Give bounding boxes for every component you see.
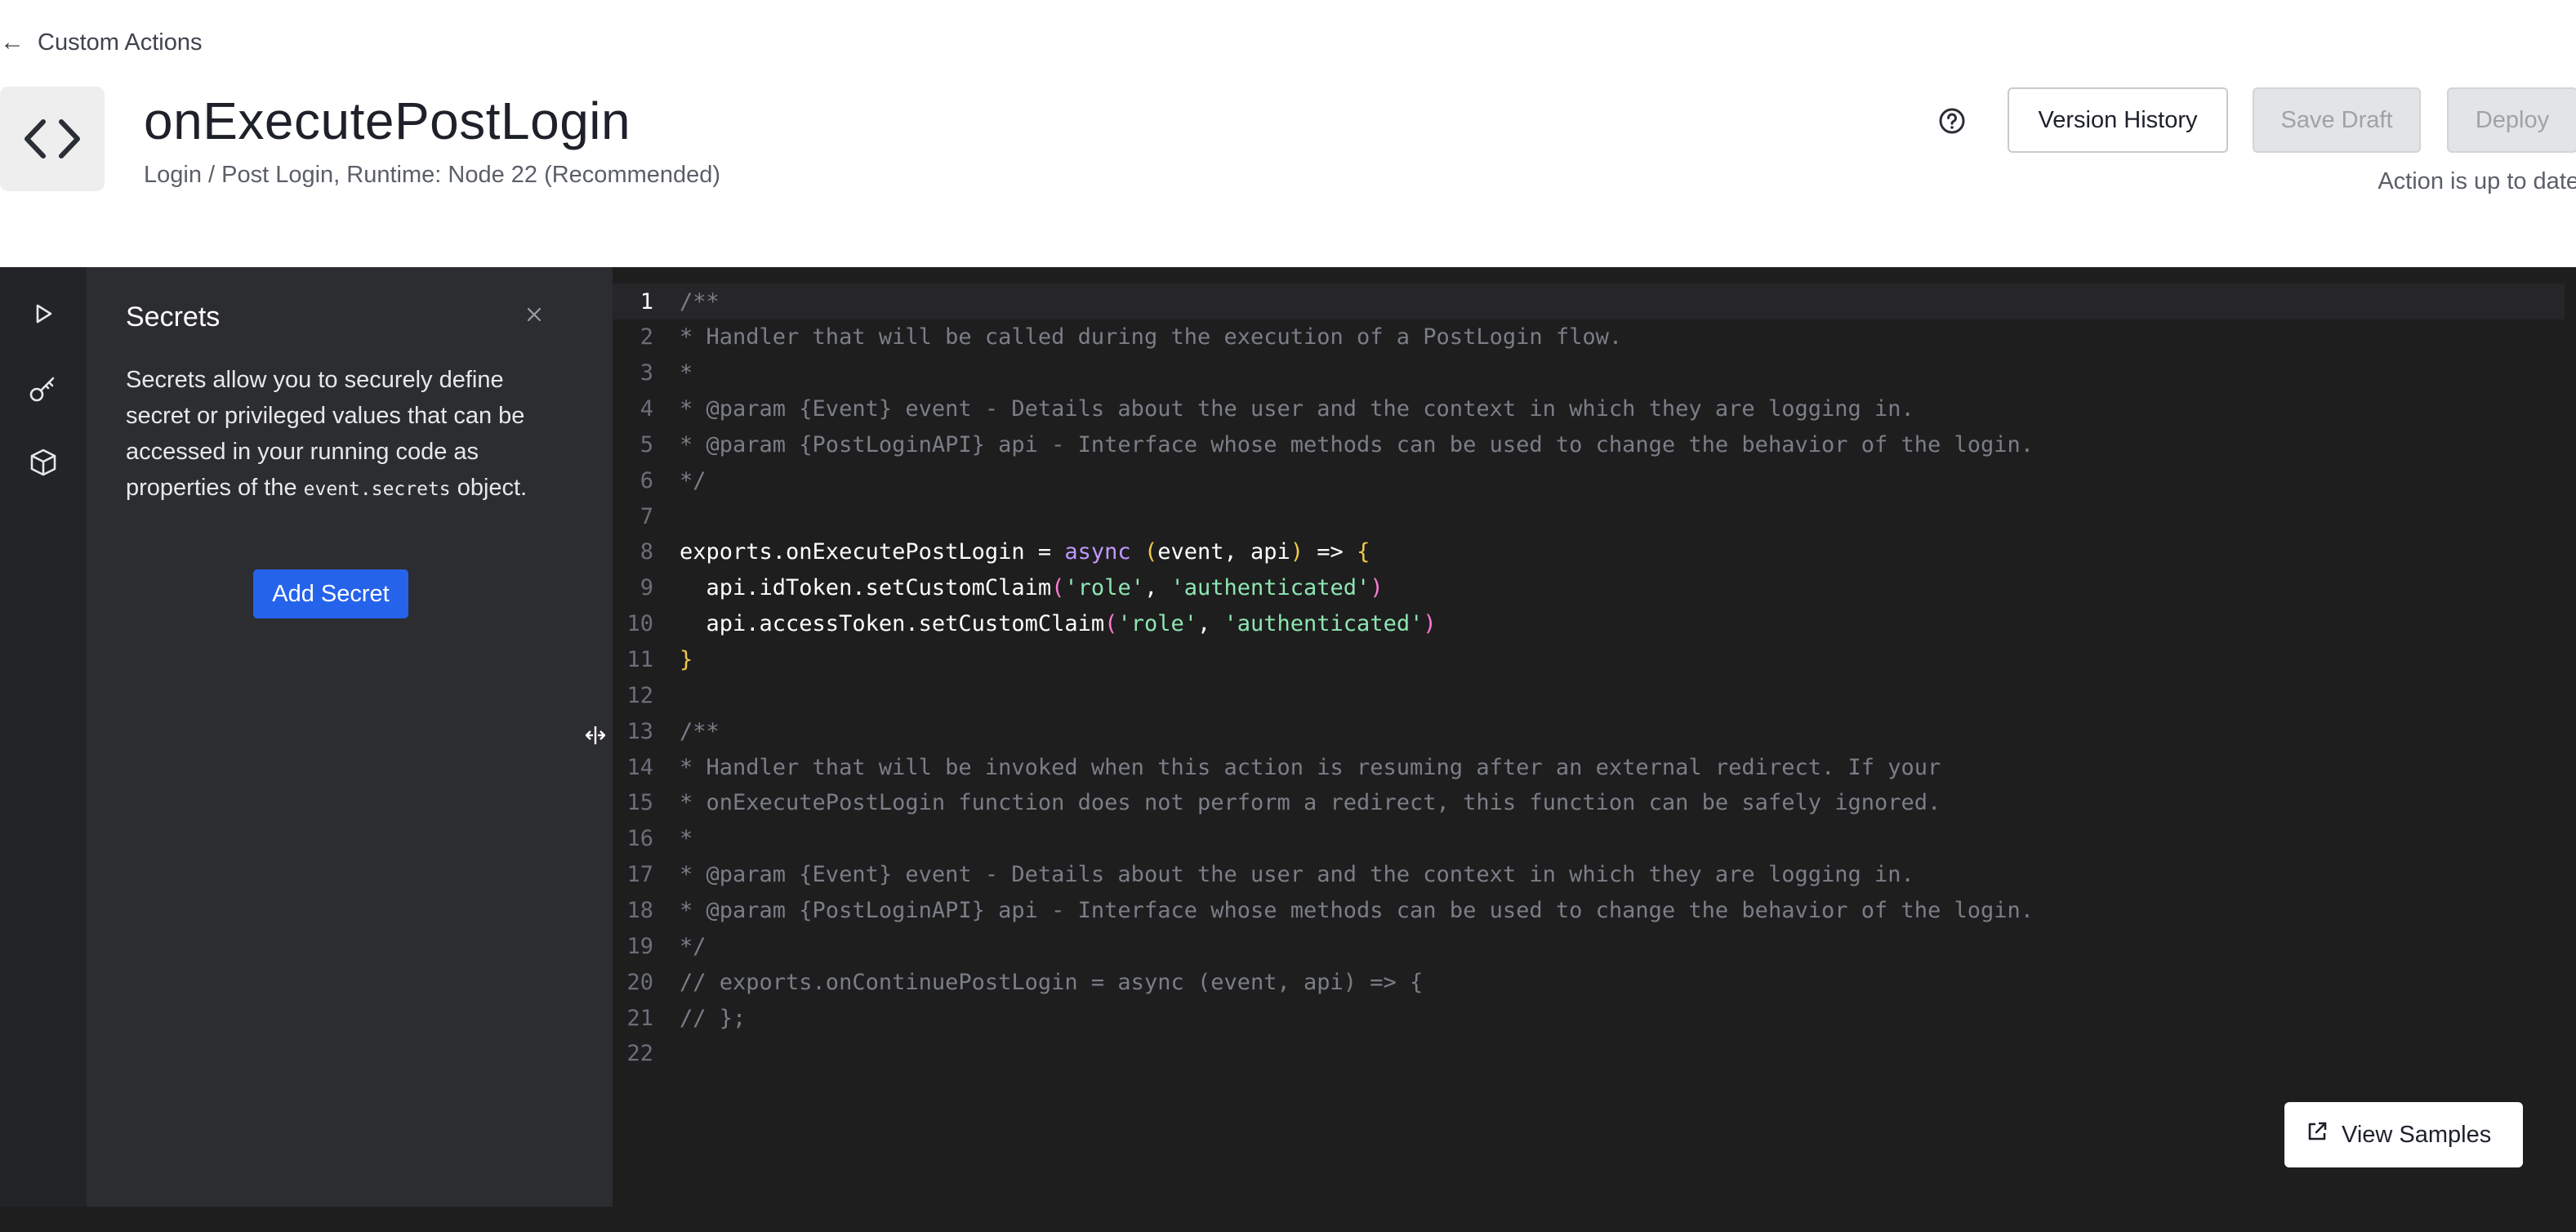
line-number: 7 <box>640 503 653 529</box>
code-text[interactable]: api.accessToken.setCustomClaim('role', '… <box>680 611 1437 636</box>
code-text[interactable]: /** <box>680 289 720 315</box>
save-draft-button[interactable]: Save Draft <box>2253 87 2421 153</box>
close-icon[interactable] <box>519 300 549 329</box>
line-number: 15 <box>626 790 653 816</box>
code-text[interactable]: /** <box>680 719 720 744</box>
code-line[interactable]: 10 api.accessToken.setCustomClaim('role'… <box>613 606 2565 642</box>
code-line[interactable]: 3 * <box>613 355 2565 391</box>
code-text[interactable]: * @param {PostLoginAPI} api - Interface … <box>680 898 2034 923</box>
secrets-panel: Secrets Secrets allow you to securely de… <box>87 267 577 1207</box>
page-title: onExecutePostLogin <box>144 92 631 150</box>
code-text[interactable]: */ <box>680 934 706 959</box>
line-number: 4 <box>640 396 653 422</box>
line-number: 14 <box>626 754 653 780</box>
code-icon <box>0 87 105 191</box>
line-number: 18 <box>626 897 653 923</box>
page-subtitle: Login / Post Login, Runtime: Node 22 (Re… <box>144 162 721 188</box>
code-line[interactable]: 5 * @param {PostLoginAPI} api - Interface… <box>613 426 2565 462</box>
code-text[interactable]: * @param {Event} event - Details about t… <box>680 862 1914 887</box>
line-number: 20 <box>626 969 653 995</box>
code-line[interactable]: 16 * <box>613 821 2565 857</box>
code-line[interactable]: 19 */ <box>613 928 2565 964</box>
add-secret-button[interactable]: Add Secret <box>253 569 408 618</box>
code-text[interactable]: exports.onExecutePostLogin = async (even… <box>680 539 1370 565</box>
view-samples-label: View Samples <box>2342 1121 2492 1148</box>
secrets-description-code: event.secrets <box>303 479 451 500</box>
code-line[interactable]: 4 * @param {Event} event - Details about … <box>613 391 2565 427</box>
deploy-status-text: Action is up to date <box>2378 168 2576 194</box>
deploy-button[interactable]: Deploy <box>2447 87 2576 153</box>
line-number: 11 <box>626 647 653 672</box>
code-text[interactable]: * @param {Event} event - Details about t… <box>680 396 1914 422</box>
code-line[interactable]: 11} <box>613 642 2565 678</box>
code-text[interactable]: // exports.onContinuePostLogin = async (… <box>680 970 1423 995</box>
code-text[interactable]: * <box>680 360 693 386</box>
code-line[interactable]: 22 <box>613 1036 2565 1072</box>
code-line[interactable]: 9 api.idToken.setCustomClaim('role', 'au… <box>613 570 2565 606</box>
arrow-left-icon[interactable]: ← <box>0 29 25 56</box>
action-editor: Secrets Secrets allow you to securely de… <box>0 267 2576 1232</box>
line-number: 2 <box>640 324 653 350</box>
code-text[interactable]: * @param {PostLoginAPI} api - Interface … <box>680 432 2034 458</box>
code-text[interactable]: * Handler that will be invoked when this… <box>680 755 1941 780</box>
line-number: 19 <box>626 933 653 959</box>
code-text[interactable]: */ <box>680 468 706 493</box>
breadcrumb-label[interactable]: Custom Actions <box>38 29 202 56</box>
view-samples-button[interactable]: View Samples <box>2284 1102 2523 1167</box>
code-text[interactable]: * <box>680 826 693 851</box>
resize-handle-icon[interactable] <box>582 721 609 749</box>
code-line[interactable]: 17 * @param {Event} event - Details about… <box>613 857 2565 893</box>
line-number: 9 <box>640 575 653 601</box>
code-line[interactable]: 6 */ <box>613 462 2565 498</box>
line-number: 3 <box>640 360 653 386</box>
line-number: 5 <box>640 431 653 458</box>
code-line[interactable]: 2 * Handler that will be called during th… <box>613 319 2565 355</box>
secrets-description-suffix: object. <box>457 475 528 501</box>
code-line[interactable]: 21 // }; <box>613 1000 2565 1036</box>
line-number: 16 <box>626 826 653 852</box>
version-history-button[interactable]: Version History <box>2008 87 2228 153</box>
code-editor[interactable]: 1 /** 2 * Handler that will be called durin… <box>613 267 2576 1207</box>
line-number: 12 <box>626 682 653 708</box>
code-line[interactable]: 7 <box>613 498 2565 534</box>
line-number: 17 <box>626 862 653 888</box>
code-line[interactable]: 20 // exports.onContinuePostLogin = async… <box>613 964 2565 1000</box>
play-icon[interactable] <box>21 292 65 336</box>
key-icon[interactable] <box>21 367 65 411</box>
code-line[interactable]: 15 * onExecutePostLogin function does not… <box>613 785 2565 821</box>
secrets-description: Secrets allow you to securely define sec… <box>126 362 550 507</box>
code-line[interactable]: 13 /** <box>613 713 2565 749</box>
code-text[interactable]: } <box>680 647 693 672</box>
breadcrumb[interactable]: ← Custom Actions <box>0 23 202 62</box>
code-line[interactable]: 1 /** <box>613 283 2565 319</box>
code-line[interactable]: 12 <box>613 677 2565 713</box>
cube-icon[interactable] <box>21 440 65 484</box>
line-number: 8 <box>640 539 653 565</box>
code-line[interactable]: 8 exports.onExecutePostLogin = async (eve… <box>613 534 2565 570</box>
code-line[interactable]: 14 * Handler that will be invoked when th… <box>613 749 2565 785</box>
code-text[interactable]: * Handler that will be called during the… <box>680 324 1622 350</box>
external-link-icon <box>2306 1120 2329 1149</box>
line-number: 10 <box>626 611 653 637</box>
question-circle-icon[interactable] <box>1936 105 1968 137</box>
code-text[interactable]: * onExecutePostLogin function does not p… <box>680 790 1941 815</box>
editor-toolstrip <box>0 267 87 1207</box>
code-line[interactable]: 18 * @param {PostLoginAPI} api - Interfac… <box>613 892 2565 928</box>
code-text[interactable]: // }; <box>680 1006 746 1031</box>
code-text[interactable]: api.idToken.setCustomClaim('role', 'auth… <box>680 575 1384 600</box>
line-number: 6 <box>640 467 653 493</box>
line-number: 21 <box>626 1005 653 1031</box>
line-number: 22 <box>626 1041 653 1067</box>
secrets-panel-title: Secrets <box>126 301 221 333</box>
line-number: 13 <box>626 718 653 744</box>
action-editor-page: ← Custom Actions onExecutePostLogin Logi… <box>0 0 2576 1232</box>
line-number: 1 <box>640 288 653 315</box>
